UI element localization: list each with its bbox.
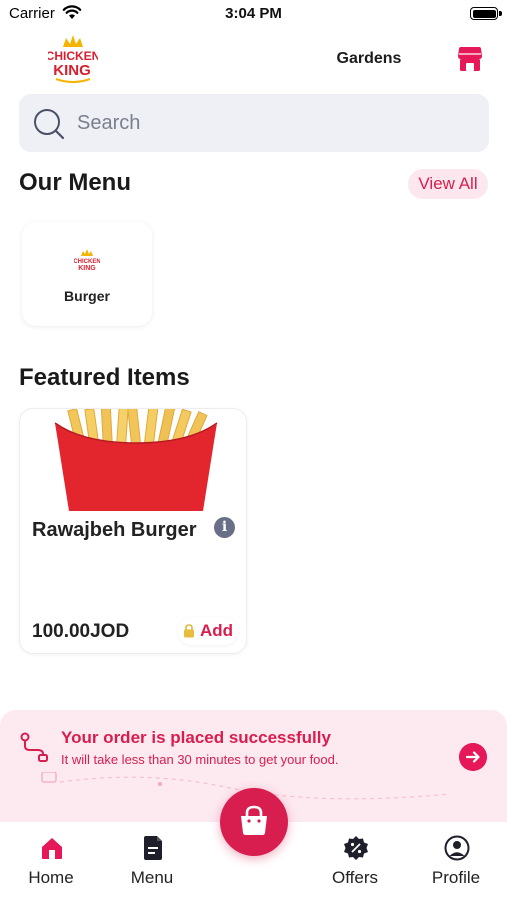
svg-text:KING: KING <box>78 265 96 272</box>
home-icon <box>42 838 62 859</box>
view-all-button[interactable]: View All <box>408 169 488 199</box>
fries-image <box>54 409 218 511</box>
nav-label-offers: Offers <box>332 868 378 887</box>
search-icon <box>34 109 65 140</box>
logo-text-2: KING <box>53 62 91 79</box>
product-name: Rawajbeh Burger <box>32 519 197 541</box>
nav-item-home[interactable]: Home <box>6 822 96 900</box>
nav-item-profile[interactable]: Profile <box>411 822 501 900</box>
branch-name[interactable]: Gardens <box>320 50 418 68</box>
category-logo: CHICKEN KING <box>74 249 100 272</box>
logo-text-1: CHICKEN <box>48 49 98 63</box>
status-bar: Carrier 3:04 PM <box>0 0 507 28</box>
route-icon <box>20 732 48 762</box>
bag-icon <box>184 624 194 638</box>
search-bar[interactable] <box>19 94 489 152</box>
shopping-bag-icon <box>241 805 267 835</box>
order-status-title: Your order is placed successfully <box>61 728 331 747</box>
nav-label-menu: Menu <box>130 868 174 887</box>
nav-item-offers[interactable]: Offers <box>310 822 400 900</box>
nav-label-home: Home <box>28 868 74 887</box>
category-card-burger[interactable]: CHICKEN KING Burger <box>22 222 152 326</box>
add-button-label: Add <box>200 621 234 640</box>
arrow-right-icon[interactable] <box>459 743 487 771</box>
product-price: 100.00JOD <box>32 621 130 642</box>
profile-icon <box>444 835 470 861</box>
our-menu-title: Our Menu <box>19 169 131 196</box>
category-label: Burger <box>64 288 110 304</box>
battery-icon <box>470 7 502 20</box>
featured-items-title: Featured Items <box>19 364 190 391</box>
info-icon[interactable]: i <box>214 517 235 538</box>
menu-icon <box>144 836 162 860</box>
status-time: 3:04 PM <box>225 5 282 22</box>
product-card[interactable]: Rawajbeh Burger i 100.00JOD Add <box>19 408 247 654</box>
store-icon[interactable] <box>455 44 485 74</box>
add-to-cart-button[interactable]: Add <box>178 617 238 645</box>
cart-button[interactable] <box>220 788 288 856</box>
nav-item-menu[interactable]: Menu <box>107 822 197 900</box>
chicken-king-logo: CHICKEN KING <box>48 35 98 83</box>
search-input[interactable] <box>77 106 467 140</box>
nav-label-profile: Profile <box>431 868 481 887</box>
order-status-subtitle: It will take less than 30 minutes to get… <box>61 752 339 767</box>
offers-icon <box>344 836 368 860</box>
